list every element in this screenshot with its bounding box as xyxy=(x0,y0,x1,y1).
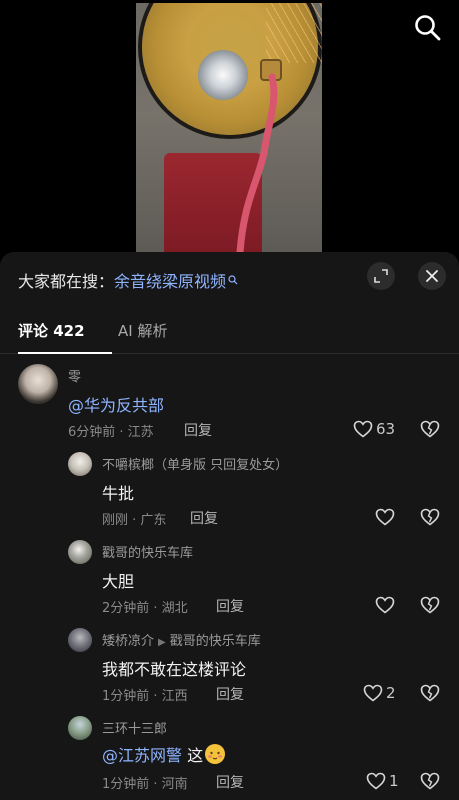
comment-text: 大胆 xyxy=(102,572,135,591)
comment-author[interactable]: 戳哥的快乐车库 xyxy=(102,542,193,561)
comment-text: @华为反共部 xyxy=(68,392,164,416)
avatar[interactable] xyxy=(18,364,58,404)
comment-panel: 大家都在搜：余音绕梁原视频 评论 422 AI 解析 零 @华为反共部 6分钟前… xyxy=(0,252,459,800)
expand-icon xyxy=(374,269,388,283)
close-icon xyxy=(426,270,438,282)
comment-text: @江苏网警 这 xyxy=(102,742,226,766)
trending-search[interactable]: 大家都在搜：余音绕梁原视频 xyxy=(18,268,238,292)
like-count: 1 xyxy=(389,772,399,790)
like-heart-icon[interactable] xyxy=(353,420,373,438)
reply-button[interactable]: 回复 xyxy=(184,420,212,440)
close-button[interactable] xyxy=(418,262,446,290)
avatar[interactable] xyxy=(68,716,92,740)
reply-button[interactable]: 回复 xyxy=(216,596,244,616)
comment-author-line: 矮桥凉介 ▶ 戳哥的快乐车库 xyxy=(102,630,261,649)
expand-button[interactable] xyxy=(367,262,395,290)
tab-comments[interactable]: 评论 422 xyxy=(18,320,85,341)
like-count: 63 xyxy=(376,420,396,438)
like-heart-icon[interactable] xyxy=(366,772,386,790)
mention-link[interactable]: @江苏网警 xyxy=(102,746,182,765)
tab-bar: 评论 422 AI 解析 xyxy=(0,310,459,354)
dislike-broken-heart-icon[interactable] xyxy=(420,508,440,526)
comment-author[interactable]: 三环十三郎 xyxy=(102,718,167,737)
like-count: 2 xyxy=(386,684,396,702)
reply-button[interactable]: 回复 xyxy=(216,684,244,704)
like-heart-icon[interactable] xyxy=(375,596,395,614)
reply-to-author[interactable]: 戳哥的快乐车库 xyxy=(170,634,261,649)
dislike-broken-heart-icon[interactable] xyxy=(420,420,440,438)
like-heart-icon[interactable] xyxy=(375,508,395,526)
like-heart-icon[interactable] xyxy=(363,684,383,702)
tab-ai-analysis[interactable]: AI 解析 xyxy=(118,320,167,341)
dislike-broken-heart-icon[interactable] xyxy=(420,772,440,790)
trending-query-link[interactable]: 余音绕梁原视频 xyxy=(114,272,226,291)
reply-button[interactable]: 回复 xyxy=(190,508,218,528)
avatar[interactable] xyxy=(68,628,92,652)
trending-label: 大家都在搜： xyxy=(18,272,115,291)
comment-meta: 2分钟前 · 湖北 xyxy=(102,601,188,616)
video-frame[interactable] xyxy=(136,3,322,252)
small-search-icon xyxy=(228,275,238,285)
comment-meta: 6分钟前 · 江苏 xyxy=(68,425,154,440)
search-icon xyxy=(415,15,441,41)
comment-meta: 1分钟前 · 河南 xyxy=(102,777,188,792)
dislike-broken-heart-icon[interactable] xyxy=(420,684,440,702)
comment-author[interactable]: 矮桥凉介 xyxy=(102,634,154,649)
comment-author[interactable]: 零 xyxy=(68,366,81,385)
shy-face-emoji-icon xyxy=(205,744,226,764)
avatar[interactable] xyxy=(68,452,92,476)
reply-arrow-icon: ▶ xyxy=(158,637,166,648)
comment-meta: 刚刚 · 广东 xyxy=(102,513,167,528)
search-button[interactable] xyxy=(412,12,444,44)
wire-image xyxy=(236,73,278,252)
comment-text: 我都不敢在这楼评论 xyxy=(102,660,247,679)
comment-meta: 1分钟前 · 江西 xyxy=(102,689,188,704)
mention-link[interactable]: @华为反共部 xyxy=(68,396,164,415)
reply-button[interactable]: 回复 xyxy=(216,772,244,792)
comment-author[interactable]: 不嚼槟榔（单身版 只回复处女） xyxy=(102,454,288,473)
comment-text-tail: 这 xyxy=(187,746,204,765)
avatar[interactable] xyxy=(68,540,92,564)
comment-text: 牛批 xyxy=(102,484,135,503)
video-player[interactable] xyxy=(0,0,459,252)
dislike-broken-heart-icon[interactable] xyxy=(420,596,440,614)
active-tab-indicator xyxy=(18,352,112,354)
